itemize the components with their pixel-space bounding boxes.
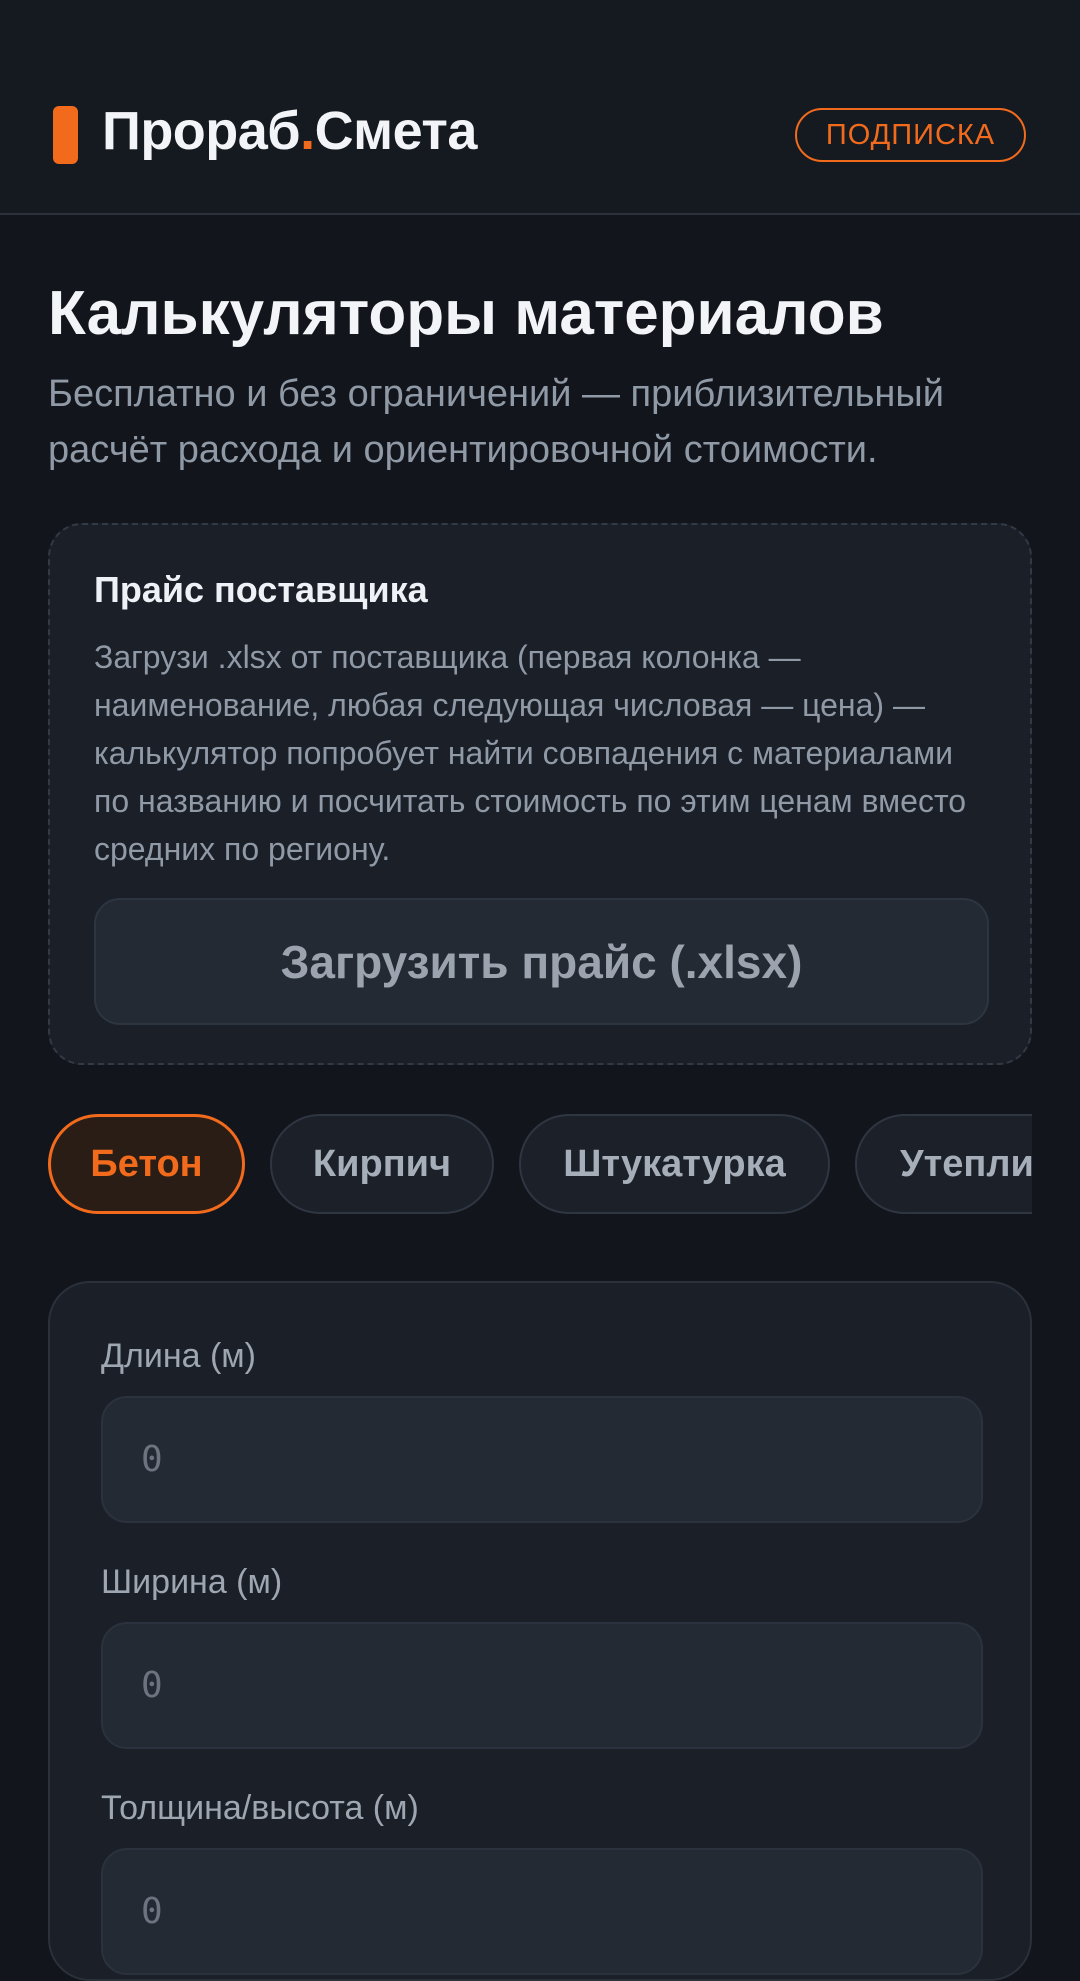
width-label: Ширина (м) (101, 1563, 283, 1601)
tab-brick[interactable]: Кирпич (270, 1114, 494, 1214)
tab-concrete[interactable]: Бетон (48, 1114, 245, 1214)
tab-plaster[interactable]: Штукатурка (519, 1114, 830, 1214)
thickness-input[interactable]: 0 (101, 1848, 983, 1975)
width-input[interactable]: 0 (101, 1622, 983, 1749)
length-label: Длина (м) (101, 1337, 257, 1375)
app-logo[interactable]: Прораб.Смета (102, 100, 477, 162)
price-card-title: Прайс поставщика (94, 569, 428, 610)
length-input[interactable]: 0 (101, 1396, 983, 1523)
subscription-button[interactable]: ПОДПИСКА (795, 108, 1026, 162)
calculator-form: Длина (м) 0 Ширина (м) 0 Толщина/высота … (48, 1281, 1032, 1981)
logo-dot: . (300, 101, 315, 161)
price-card-description: Загрузи .xlsx от поставщика (первая коло… (94, 639, 967, 867)
app-header: Прораб.Смета ПОДПИСКА (0, 0, 1080, 215)
page-title: Калькуляторы материалов (48, 279, 884, 348)
tab-insulation[interactable]: Утеплит (855, 1114, 1032, 1214)
thickness-label: Толщина/высота (м) (101, 1789, 419, 1827)
upload-price-button[interactable]: Загрузить прайс (.xlsx) (94, 898, 989, 1025)
logo-text-part2: Смета (314, 101, 478, 161)
calculator-tabs: Бетон Кирпич Штукатурка Утеплит (48, 1114, 1032, 1216)
supplier-price-card: Прайс поставщика Загрузи .xlsx от постав… (48, 523, 1032, 1065)
logo-text-part1: Прораб (102, 101, 301, 161)
logo-mark-icon (53, 106, 78, 164)
page-subtitle: Бесплатно и без ограничений — приблизите… (48, 373, 944, 471)
